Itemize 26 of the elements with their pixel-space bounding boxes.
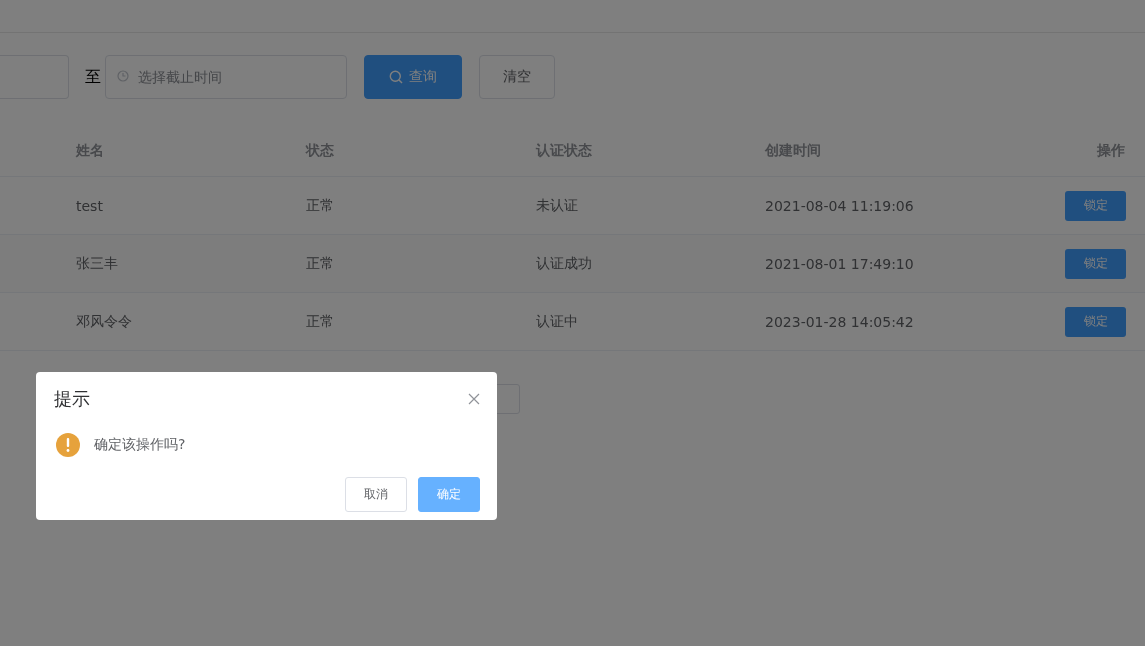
warning-icon [56, 433, 80, 457]
dialog-message: 确定该操作吗? [94, 436, 186, 454]
table-cell: 认证中 [536, 312, 578, 331]
table-cell: 正常 [306, 196, 334, 215]
lock-button[interactable]: 锁定 [1065, 248, 1126, 279]
range-separator: 至 [85, 66, 101, 88]
confirm-button[interactable]: 确定 [418, 477, 480, 512]
table-cell: 邓风令令 [76, 312, 132, 331]
dialog-title: 提示 [54, 387, 90, 411]
clear-button[interactable]: 清空 [479, 55, 555, 99]
table-cell: 2021-08-04 11:19:06 [765, 197, 914, 214]
search-button[interactable]: 查询 [364, 55, 462, 99]
lock-button[interactable]: 锁定 [1065, 306, 1126, 337]
table-cell: 正常 [306, 312, 334, 331]
search-icon [389, 70, 403, 84]
table-cell: 未认证 [536, 196, 578, 215]
lock-button[interactable]: 锁定 [1065, 190, 1126, 221]
table-cell: 张三丰 [76, 254, 118, 273]
table-cell: 正常 [306, 254, 334, 273]
table-cell: 认证成功 [536, 254, 592, 273]
cancel-button[interactable]: 取消 [345, 477, 407, 512]
close-icon[interactable] [468, 393, 480, 405]
table-cell: 2021-08-01 17:49:10 [765, 255, 914, 272]
clock-icon [117, 70, 129, 82]
table-cell: test [76, 197, 103, 214]
table-cell: 2023-01-28 14:05:42 [765, 313, 914, 330]
